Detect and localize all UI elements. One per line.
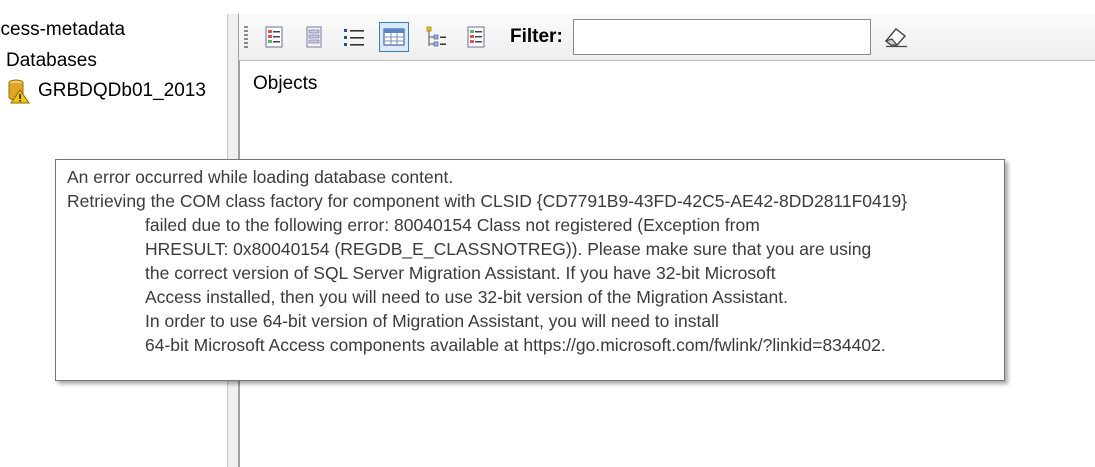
filter-label: Filter: <box>510 26 563 47</box>
sort-button[interactable] <box>421 22 451 52</box>
tree-node-root-label: ccess-metadata <box>0 19 126 40</box>
filter-input[interactable] <box>573 19 871 55</box>
error-line: failed due to the following error: 80040… <box>145 215 760 235</box>
tree-node-databases[interactable]: Databases <box>6 49 97 73</box>
checklist-icon <box>264 26 284 48</box>
sort-icon <box>425 26 447 48</box>
error-line: 64-bit Microsoft Access components avail… <box>145 335 886 355</box>
tree-node-database-label: GRBDQDb01_2013 <box>38 80 206 101</box>
error-line: HRESULT: 0x80040154 (REGDB_E_CLASSNOTREG… <box>145 239 872 259</box>
error-tooltip: An error occurred while loading database… <box>55 159 1005 381</box>
objects-column-header[interactable]: Objects <box>253 73 317 95</box>
error-line: the correct version of SQL Server Migrat… <box>145 263 776 283</box>
report-icon <box>466 26 486 48</box>
eraser-icon <box>884 28 907 48</box>
report-button[interactable] <box>461 22 491 52</box>
toolbar-grip[interactable] <box>244 26 248 50</box>
error-line: Access installed, then you will need to … <box>145 287 788 307</box>
grid-view-button[interactable] <box>379 22 409 52</box>
tree-node-databases-label: Databases <box>6 50 97 71</box>
list-detail-button[interactable] <box>299 22 329 52</box>
bulleted-list-icon <box>343 27 365 47</box>
error-line: An error occurred while loading database… <box>67 167 454 187</box>
bulleted-list-button[interactable] <box>339 22 369 52</box>
tree-node-root[interactable]: ccess-metadata <box>0 18 125 42</box>
checklist-button[interactable] <box>259 22 289 52</box>
error-line: Retrieving the COM class factory for com… <box>67 191 908 211</box>
toolbar: Filter: <box>239 14 1095 61</box>
clear-filter-button[interactable] <box>883 26 909 48</box>
grid-view-icon <box>383 27 405 47</box>
tree-node-database[interactable]: GRBDQDb01_2013 <box>8 78 206 104</box>
error-line: In order to use 64-bit version of Migrat… <box>145 311 719 331</box>
list-detail-icon <box>304 26 324 48</box>
database-warning-icon <box>8 78 30 104</box>
